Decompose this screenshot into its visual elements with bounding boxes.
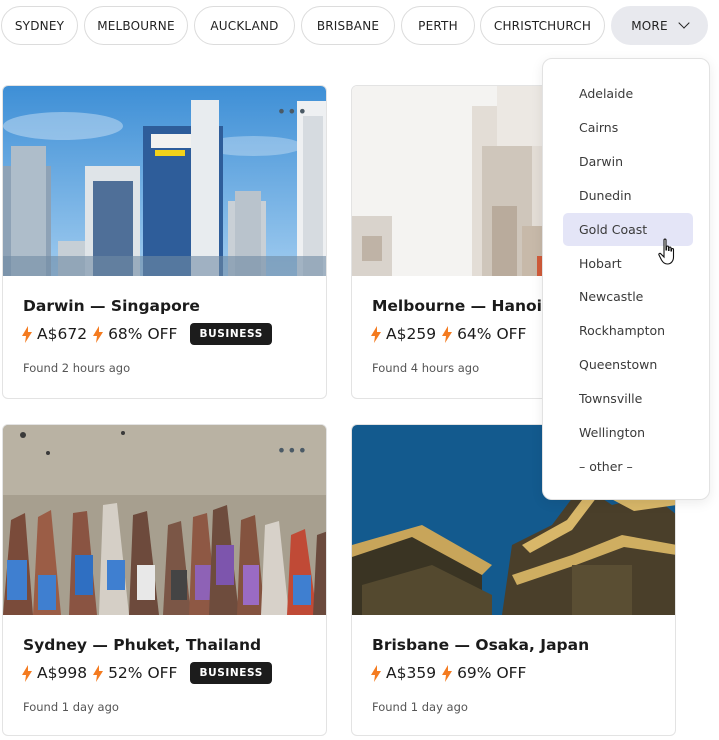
deal-found-time: Found 2 hours ago: [23, 361, 131, 375]
dropdown-item-other[interactable]: – other –: [563, 450, 693, 483]
deal-price: A$998: [37, 664, 88, 682]
dropdown-item-wellington[interactable]: Wellington: [563, 416, 693, 449]
chip-sydney[interactable]: SYDNEY: [1, 6, 78, 45]
deal-found-time: Found 1 day ago: [23, 700, 119, 714]
business-badge: BUSINESS: [190, 662, 272, 684]
deal-route: Melbourne — Hanoi, V: [372, 297, 566, 315]
deal-price: A$259: [386, 325, 437, 343]
deal-discount: 64% OFF: [457, 325, 527, 343]
more-label: MORE: [631, 18, 668, 33]
deal-discount: 68% OFF: [108, 325, 178, 343]
chip-christchurch[interactable]: CHRISTCHURCH: [480, 6, 605, 45]
deal-price: A$359: [386, 664, 437, 682]
deal-price-line: A$998 52% OFF BUSINESS: [22, 661, 272, 685]
deal-card[interactable]: ••• Sydney — Phuket, Thailand A$998 52% …: [2, 424, 327, 736]
deal-price-line: A$359 69% OFF: [371, 661, 526, 685]
deal-photo-boats-beach: •••: [3, 425, 326, 615]
more-cities-dropdown: Adelaide Cairns Darwin Dunedin Gold Coas…: [542, 58, 710, 500]
more-button[interactable]: MORE: [611, 6, 708, 45]
deal-route: Sydney — Phuket, Thailand: [23, 636, 262, 654]
dropdown-item-newcastle[interactable]: Newcastle: [563, 280, 693, 313]
lightning-icon: [371, 664, 381, 682]
lightning-icon: [22, 664, 32, 682]
chevron-down-icon: [678, 17, 690, 29]
deal-found-time: Found 1 day ago: [372, 700, 468, 714]
more-options-icon[interactable]: •••: [277, 104, 308, 120]
deal-discount: 52% OFF: [108, 664, 178, 682]
lightning-icon: [442, 664, 453, 682]
deal-photo-city-skyline: •••: [3, 86, 326, 276]
deal-route: Darwin — Singapore: [23, 297, 200, 315]
dropdown-item-rockhampton[interactable]: Rockhampton: [563, 314, 693, 347]
deal-card[interactable]: ••• Darwin — Singapore A$672 68% OFF BUS…: [2, 85, 327, 399]
more-options-icon[interactable]: •••: [277, 443, 308, 459]
dropdown-item-townsville[interactable]: Townsville: [563, 382, 693, 415]
dropdown-item-cairns[interactable]: Cairns: [563, 111, 693, 144]
dropdown-item-adelaide[interactable]: Adelaide: [563, 77, 693, 110]
lightning-icon: [93, 325, 104, 343]
lightning-icon: [442, 325, 453, 343]
deal-price-line: A$672 68% OFF BUSINESS: [22, 322, 272, 346]
lightning-icon: [371, 325, 381, 343]
deal-found-time: Found 4 hours ago: [372, 361, 480, 375]
deal-price-line: A$259 64% OFF: [371, 322, 526, 346]
dropdown-item-darwin[interactable]: Darwin: [563, 145, 693, 178]
chip-auckland[interactable]: AUCKLAND: [194, 6, 295, 45]
chip-melbourne[interactable]: MELBOURNE: [84, 6, 188, 45]
dropdown-item-dunedin[interactable]: Dunedin: [563, 179, 693, 212]
business-badge: BUSINESS: [190, 323, 272, 345]
chip-brisbane[interactable]: BRISBANE: [301, 6, 395, 45]
hand-pointer-cursor-icon: [658, 238, 675, 265]
dropdown-item-queenstown[interactable]: Queenstown: [563, 348, 693, 381]
deal-route: Brisbane — Osaka, Japan: [372, 636, 590, 654]
chip-perth[interactable]: PERTH: [401, 6, 475, 45]
lightning-icon: [22, 325, 32, 343]
lightning-icon: [93, 664, 104, 682]
deal-price: A$672: [37, 325, 88, 343]
city-filter-chips: SYDNEY MELBOURNE AUCKLAND BRISBANE PERTH…: [0, 6, 719, 46]
deal-discount: 69% OFF: [457, 664, 527, 682]
